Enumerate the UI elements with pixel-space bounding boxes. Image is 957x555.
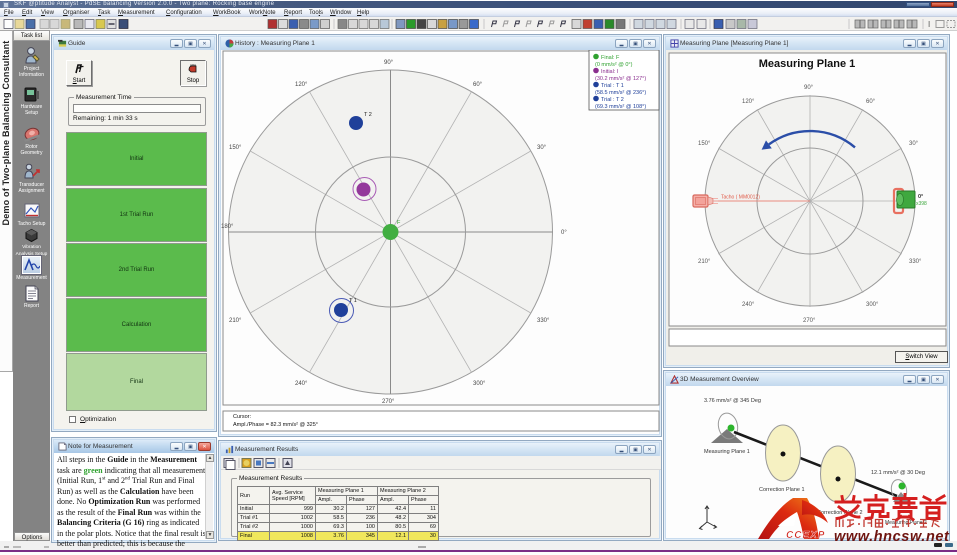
svg-text:210°: 210° xyxy=(229,318,242,324)
svg-text:Trial : T 2: Trial : T 2 xyxy=(601,97,624,103)
svg-text:180°: 180° xyxy=(221,224,234,230)
svg-text:www.hncsw.net: www.hncsw.net xyxy=(834,529,950,545)
svg-text:Trial : T 1: Trial : T 1 xyxy=(601,83,624,89)
svg-text:0°: 0° xyxy=(561,230,567,236)
svg-text:(30.2 mm/s² @ 127°): (30.2 mm/s² @ 127°) xyxy=(595,76,646,82)
svg-text:300°: 300° xyxy=(473,381,486,387)
svg-text:150°: 150° xyxy=(698,141,711,147)
svg-text:Tacho ( MM0012): Tacho ( MM0012) xyxy=(721,195,760,201)
svg-text:120°: 120° xyxy=(295,82,308,88)
svg-text:60°: 60° xyxy=(473,82,483,88)
svg-text:210°: 210° xyxy=(698,259,711,265)
svg-text:270°: 270° xyxy=(803,318,816,324)
svg-text:T 1: T 1 xyxy=(349,298,357,304)
svg-text:30°: 30° xyxy=(909,141,919,147)
svg-text:(69.3 mm/s² @ 108°): (69.3 mm/s² @ 108°) xyxy=(595,104,646,110)
svg-text:330°: 330° xyxy=(909,259,922,265)
svg-text:T 2: T 2 xyxy=(364,112,372,118)
svg-text:150°: 150° xyxy=(229,145,242,151)
svg-text:60°: 60° xyxy=(866,99,876,105)
svg-text:270°: 270° xyxy=(382,399,395,405)
svg-text:330°: 330° xyxy=(537,318,550,324)
svg-text:3.76 mm/s² @ 345 Deg: 3.76 mm/s² @ 345 Deg xyxy=(704,398,761,404)
svg-text:Measuring Plane 1: Measuring Plane 1 xyxy=(704,449,750,455)
svg-text:90°: 90° xyxy=(804,85,814,91)
svg-text:120°: 120° xyxy=(742,99,755,105)
svg-text:240°: 240° xyxy=(295,381,308,387)
svg-text:30°: 30° xyxy=(537,145,547,151)
svg-text:300°: 300° xyxy=(866,302,879,308)
svg-text:Initial: I: Initial: I xyxy=(601,69,619,75)
svg-text:Measuring Plane 1: Measuring Plane 1 xyxy=(759,58,856,70)
svg-text:I: I xyxy=(928,20,930,29)
svg-text:Final: F: Final: F xyxy=(601,55,620,61)
svg-text:0°: 0° xyxy=(918,194,923,200)
svg-text:(0 mm/s² @ 0°): (0 mm/s² @ 0°) xyxy=(595,62,633,68)
svg-text:CCEXP: CCEXP xyxy=(786,530,825,541)
svg-text:x398: x398 xyxy=(916,201,927,207)
svg-text:Ampl./Phase = 82.3 mm/s² @ 325: Ampl./Phase = 82.3 mm/s² @ 325° xyxy=(233,422,318,428)
svg-text:240°: 240° xyxy=(742,302,755,308)
svg-text:90°: 90° xyxy=(384,60,394,66)
svg-text:Cursor:: Cursor: xyxy=(233,414,252,420)
svg-text:(58.5 mm/s² @ 236°): (58.5 mm/s² @ 236°) xyxy=(595,90,646,96)
